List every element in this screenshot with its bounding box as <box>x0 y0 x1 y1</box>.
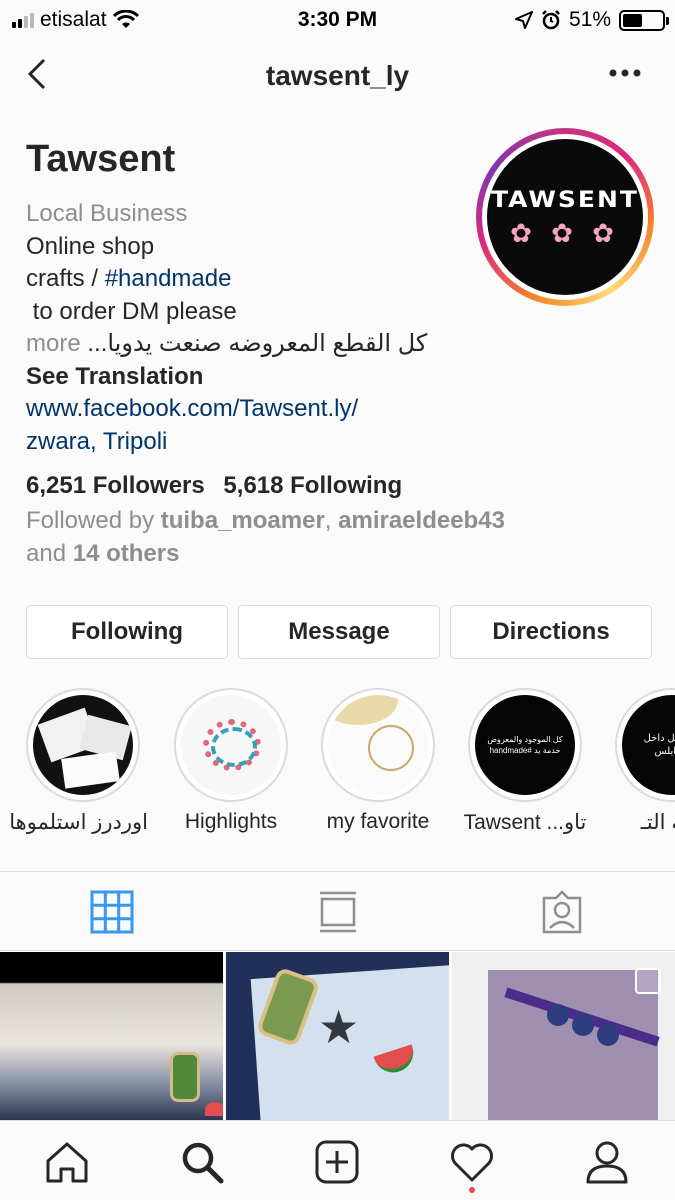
highlight-label: Tawsent ...تاو <box>463 811 587 834</box>
star-patch-icon: ★ <box>318 1001 360 1053</box>
highlight-label: اوردرز استلموها <box>9 811 148 834</box>
highlight-label: دمة التـ <box>640 811 675 834</box>
avatar-story-ring[interactable]: TAWSENT ✿ ✿ ✿ <box>476 128 654 306</box>
tagged-icon[interactable] <box>540 890 584 934</box>
avatar: TAWSENT ✿ ✿ ✿ <box>487 139 643 295</box>
highlight-item[interactable]: my favorite <box>313 688 443 834</box>
highlight-cover-text: التوصيل داخل طرابلس <box>643 733 675 757</box>
search-icon[interactable] <box>179 1139 225 1185</box>
website-link[interactable]: www.facebook.com/Tawsent.ly/ <box>26 393 466 426</box>
bottom-navigation <box>0 1120 675 1200</box>
feed-icon[interactable] <box>316 890 360 934</box>
see-translation-link[interactable]: See Translation <box>26 361 466 394</box>
status-bar: etisalat 3:30 PM 51% <box>0 0 675 40</box>
alarm-icon <box>542 10 560 30</box>
followed-by[interactable]: Followed by tuiba_moamer, amiraeldeeb43 … <box>26 505 586 570</box>
followed-user[interactable]: tuiba_moamer <box>161 507 325 534</box>
story-highlights: اوردرز استلموها Highlights my favorite ك… <box>0 688 675 848</box>
location-link[interactable]: zwara, Tripoli <box>26 426 466 459</box>
multi-photo-icon <box>635 968 661 994</box>
profile-name: Tawsent <box>26 138 176 180</box>
highlight-cover <box>181 695 281 795</box>
more-link[interactable]: more <box>26 330 81 357</box>
followed-user[interactable]: amiraeldeeb43 <box>338 507 505 534</box>
bio: Local Business Online shop crafts / #han… <box>26 198 466 458</box>
bio-arabic-text: كل القطع المعروضه صنعت يدويا... <box>87 330 428 357</box>
highlight-cover <box>33 695 133 795</box>
following-count[interactable]: 5,618 Following <box>223 472 402 499</box>
flower-icons: ✿ ✿ ✿ <box>510 218 620 248</box>
username-title: tawsent_ly <box>265 60 410 91</box>
highlight-cover-text: كل الموجود والمعروض خدمة يد #handmade <box>487 735 563 755</box>
highlight-item[interactable]: اوردرز استلموها <box>9 688 148 835</box>
highlight-item[interactable]: كل الموجود والمعروض خدمة يد #handmade Ta… <box>460 688 590 835</box>
highlight-cover <box>328 695 428 795</box>
followed-others[interactable]: 14 others <box>73 540 180 567</box>
bio-line: to order DM please <box>26 297 237 325</box>
profile-counts: 6,251 Followers 5,618 Following <box>26 472 414 500</box>
highlight-item[interactable]: التوصيل داخل طرابلس دمة التـ <box>607 688 675 835</box>
avatar-logo-text: TAWSENT <box>491 186 639 213</box>
bio-line: crafts / #handmade <box>26 265 232 292</box>
followers-count[interactable]: 6,251 Followers <box>26 472 205 499</box>
battery-icon <box>619 9 669 31</box>
location-arrow-icon <box>514 11 533 29</box>
post-thumbnail[interactable]: ★ <box>226 952 449 1120</box>
activity-heart-icon[interactable] <box>449 1139 495 1185</box>
bio-line: Online shop <box>26 232 155 260</box>
business-category: Local Business <box>26 200 188 227</box>
hashtag-link[interactable]: #handmade <box>105 265 232 292</box>
highlight-item[interactable]: Highlights <box>166 688 296 834</box>
bio-line: more كل القطع المعروضه صنعت يدويا... <box>26 328 466 361</box>
message-button[interactable]: Message <box>238 605 440 659</box>
highlight-cover: كل الموجود والمعروض خدمة يد #handmade <box>475 695 575 795</box>
battery-percent: 51% <box>568 8 611 31</box>
add-post-icon[interactable] <box>314 1139 360 1185</box>
following-button[interactable]: Following <box>26 605 228 659</box>
highlight-cover: التوصيل داخل طرابلس <box>622 695 675 795</box>
posts-grid: ★ <box>0 952 675 1120</box>
profile-icon[interactable] <box>584 1139 630 1185</box>
highlight-label: Highlights <box>184 810 278 833</box>
post-thumbnail[interactable] <box>0 952 223 1120</box>
profile-header: tawsent_ly <box>0 40 675 114</box>
profile-tabs <box>0 871 675 951</box>
directions-button[interactable]: Directions <box>450 605 652 659</box>
post-thumbnail[interactable] <box>452 952 675 1120</box>
grid-icon[interactable] <box>90 890 134 934</box>
notification-dot <box>469 1187 475 1193</box>
more-options-icon[interactable] <box>605 58 645 88</box>
highlight-label: my favorite <box>326 810 430 833</box>
home-icon[interactable] <box>44 1139 90 1185</box>
